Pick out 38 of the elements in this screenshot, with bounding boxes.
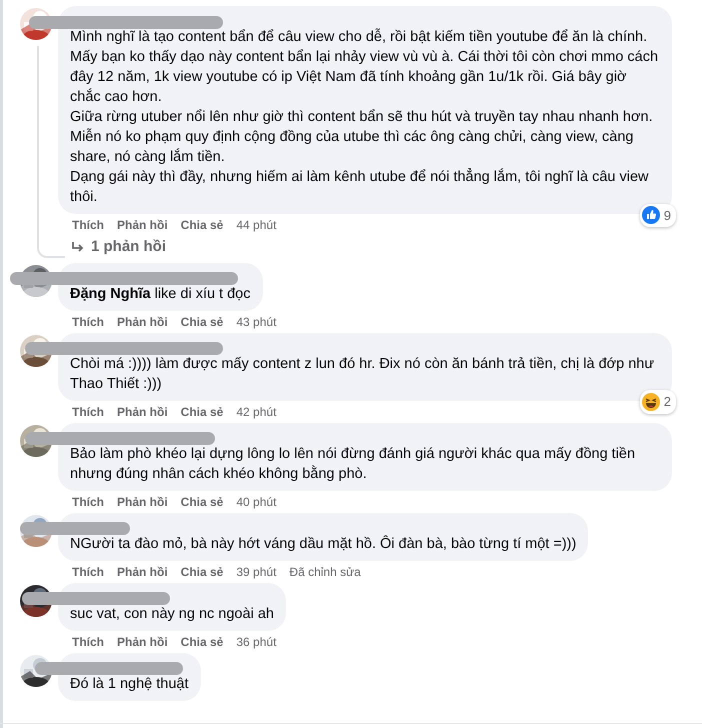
comment-text: Giữa rừng utuber nổi lên như giờ thì content bẩn sẽ thu hút và truyền tay nhau nhanh hơn. Miễn nó ko phạm quy định cộng đồng của utube thì các ông càng chửi, càng view, càng share, nó càng lắm tiền. [70,108,654,167]
action-link[interactable]: Chia sẻ [180,217,224,233]
comment-text: NGười ta đào mỏ, bà này hớt váng dầu mặt hồ. Ôi đàn bà, bào từng tí một =))) [70,534,576,554]
like-icon [642,206,660,224]
comment-text: Bảo làm phò khéo lại dựng lông lo lên nói đừng đánh giá người khác qua mấy đồng tiền nhưng đúng nhân cách khéo không bằng phò. [70,444,636,484]
replies-link[interactable]: 1 phản hồi [91,236,166,258]
timestamp: 44 phút [236,217,276,233]
timestamp: 39 phút [236,564,276,580]
action-link[interactable]: Chia sẻ [180,634,224,650]
reply-arrow-icon [71,241,85,254]
action-link[interactable]: Phản hồi [117,314,168,330]
action-link[interactable]: Chia sẻ [180,564,224,580]
timestamp: 43 phút [236,314,276,330]
timestamp: 42 phút [236,404,276,420]
action-link[interactable]: Thích [72,314,104,330]
reaction-badge[interactable]: 2 [640,390,676,414]
action-link[interactable]: Chia sẻ [180,314,224,330]
comment-text: Mình nghĩ là tạo content bẩn để câu view cho dễ, rồi bật kiếm tiền youtube để ăn là chính. Mấy bạn ko thấy dạo này content bẩn lại nhảy view vù vù à. Cái thời tôi còn chơi mmo cách đây 12 năm, 1k view youtube có ip Việt Nam đã tính khoảng gần 1u/1k rồi. Giá bây giờ chắc cao hơn. [70,27,660,107]
timestamp: 36 phút [236,634,276,650]
action-link[interactable]: Chia sẻ [180,494,224,510]
comment-text: Đặng Nghĩa like di xíu t đọc [70,284,250,304]
action-link[interactable]: Phản hồi [117,494,168,510]
action-link[interactable]: Phản hồi [117,564,168,580]
action-link[interactable]: Thích [72,217,104,233]
edited-label: Đã chỉnh sửa [289,564,361,580]
action-link[interactable]: Chia sẻ [180,404,224,420]
action-link[interactable]: Thích [72,494,104,510]
timestamp: 40 phút [236,494,276,510]
action-link[interactable]: Phản hồi [117,634,168,650]
laughing-face-icon [642,392,660,411]
reaction-badge[interactable]: 9 [640,204,676,227]
action-link[interactable]: Thích [72,634,104,650]
action-link[interactable]: Phản hồi [117,404,168,420]
comment-text: suc vat, con này ng nc ngoài ah [70,604,274,624]
action-link[interactable]: Thích [72,404,104,420]
comment-text: Đó là 1 nghệ thuật [70,674,189,694]
action-link[interactable]: Thích [72,564,104,580]
action-link[interactable]: Phản hồi [117,217,168,233]
